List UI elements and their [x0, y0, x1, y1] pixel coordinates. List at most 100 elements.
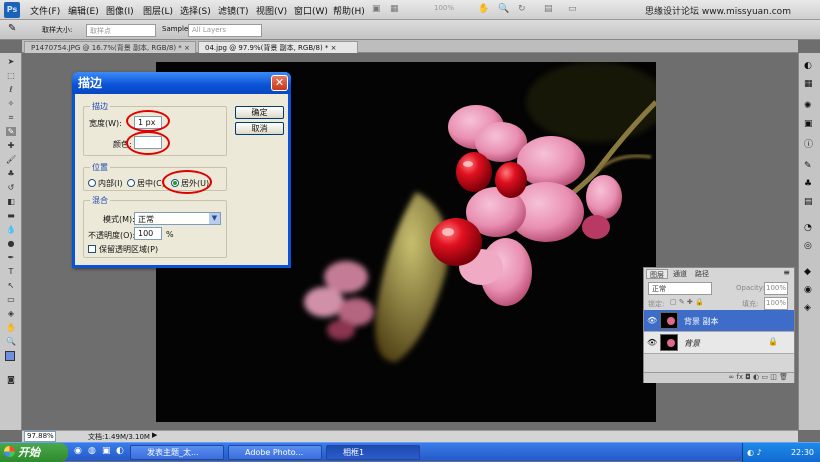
adjustments-panel-icon[interactable]: ✺ — [804, 101, 812, 111]
bridge-icon[interactable]: ▣ — [372, 4, 381, 14]
close-icon[interactable]: ✕ — [271, 75, 288, 91]
new-layer-icon[interactable]: ◫ — [770, 373, 777, 381]
opacity-input[interactable]: 100% — [764, 282, 788, 295]
tab-document-2[interactable]: 04.jpg @ 97.9%(背景 副本, RGB/8) * × — [198, 41, 358, 53]
trash-icon[interactable]: 🗑 — [779, 373, 788, 381]
fill-input[interactable]: 100% — [764, 297, 788, 310]
menu-file[interactable]: 文件(F) — [30, 4, 60, 17]
inside-label[interactable]: 内部(I) — [98, 178, 123, 189]
sample-select[interactable]: All Layers — [188, 24, 262, 37]
history-panel-icon[interactable]: ▤ — [804, 197, 813, 207]
layer-row-background-copy[interactable]: 👁 背景 副本 — [644, 310, 794, 332]
quick-mask-icon[interactable]: ◙ — [6, 375, 16, 384]
menu-select[interactable]: 选择(S) — [180, 4, 211, 17]
menu-window[interactable]: 窗口(W) — [294, 4, 328, 17]
layer-row-background[interactable]: 👁 背景 🔒 — [644, 332, 794, 354]
lasso-tool-icon[interactable]: ℓ — [6, 85, 16, 94]
dialog-title-bar[interactable]: 描边 ✕ — [72, 72, 291, 94]
clone-stamp-tool-icon[interactable]: ♣ — [6, 169, 16, 178]
blur-tool-icon[interactable]: 💧 — [6, 225, 16, 234]
zoom-icon[interactable]: 🔍 — [498, 4, 509, 14]
new-group-icon[interactable]: ▭ — [761, 373, 768, 381]
type-tool-icon[interactable]: T — [6, 267, 16, 276]
close-icon[interactable]: × — [184, 44, 190, 52]
menu-edit[interactable]: 编辑(E) — [68, 4, 99, 17]
menu-layer[interactable]: 图层(L) — [143, 4, 173, 17]
paths-panel-icon[interactable]: ◈ — [804, 303, 811, 313]
tab-layers[interactable]: 图层 — [646, 269, 668, 279]
3d-tool-icon[interactable]: ◈ — [6, 309, 16, 318]
foreground-color-swatch[interactable] — [5, 351, 15, 361]
lock-icons[interactable]: ▢ ✎ ✚ 🔒 — [670, 298, 704, 306]
opacity-input[interactable]: 100 — [134, 227, 162, 240]
sample-size-select[interactable]: 取样点 — [86, 24, 156, 37]
adjustment-layer-icon[interactable]: ◐ — [753, 373, 759, 381]
preserve-transparency-label[interactable]: 保留透明区域(P) — [99, 244, 158, 255]
channels-panel-icon[interactable]: ◉ — [804, 285, 812, 295]
clone-source-panel-icon[interactable]: ♣ — [804, 179, 812, 189]
eyedropper-icon[interactable]: ✎ — [8, 23, 16, 34]
panel-menu-icon[interactable]: ≡ — [783, 268, 790, 277]
preserve-transparency-checkbox[interactable] — [88, 245, 96, 253]
task-photoshop[interactable]: Adobe Photo... — [228, 445, 322, 460]
hand-icon[interactable]: ✋ — [478, 4, 489, 14]
magic-wand-tool-icon[interactable]: ✧ — [6, 99, 16, 108]
eye-icon[interactable]: 👁 — [647, 338, 657, 347]
eye-icon[interactable]: 👁 — [647, 316, 657, 325]
navigator-panel-icon[interactable]: ◎ — [804, 241, 812, 251]
ok-button[interactable]: 确定 — [235, 106, 284, 119]
blend-mode-select[interactable]: 正常 — [648, 282, 712, 295]
quicklaunch-icon-4[interactable]: ◐ — [116, 446, 124, 456]
menu-help[interactable]: 帮助(H) — [333, 4, 365, 17]
task-frame[interactable]: 相框1 — [326, 445, 420, 460]
tray-icons[interactable]: ◐ ♪ — [747, 443, 762, 462]
grid-icon[interactable]: ▦ — [390, 4, 399, 14]
quicklaunch-icon-2[interactable]: ◍ — [88, 446, 96, 456]
tab-channels[interactable]: 通道 — [670, 269, 690, 279]
pen-tool-icon[interactable]: ✒ — [6, 253, 16, 262]
center-radio[interactable] — [127, 179, 135, 187]
inside-radio[interactable] — [88, 179, 96, 187]
healing-brush-tool-icon[interactable]: ✚ — [6, 141, 16, 150]
brush-tool-icon[interactable]: 🖌 — [6, 155, 16, 164]
menu-filter[interactable]: 滤镜(T) — [218, 4, 249, 17]
menu-view[interactable]: 视图(V) — [256, 4, 287, 17]
quicklaunch-icon-1[interactable]: ◉ — [74, 446, 82, 456]
link-layers-icon[interactable]: ∞ — [728, 373, 734, 381]
cancel-button[interactable]: 取消 — [235, 122, 284, 135]
start-button[interactable]: 开始 — [0, 443, 68, 462]
styles-panel-icon[interactable]: ◔ — [804, 223, 812, 233]
path-selection-tool-icon[interactable]: ↖ — [6, 281, 16, 290]
layer-name[interactable]: 背景 副本 — [684, 316, 719, 327]
add-mask-icon[interactable]: ◘ — [745, 373, 751, 381]
shape-tool-icon[interactable]: ▭ — [6, 295, 16, 304]
eyedropper-tool-icon[interactable]: ✎ — [6, 127, 16, 136]
zoom-tool-icon[interactable]: 🔍 — [6, 337, 16, 346]
color-panel-icon[interactable]: ◐ — [804, 61, 812, 71]
marquee-tool-icon[interactable]: ⬚ — [6, 71, 16, 80]
tab-document-1[interactable]: P1470754.JPG @ 16.7%(背景 副本, RGB/8) * × — [24, 41, 196, 53]
move-tool-icon[interactable]: ➤ — [6, 57, 16, 66]
menu-image[interactable]: 图像(I) — [106, 4, 134, 17]
tab-paths[interactable]: 路径 — [692, 269, 712, 279]
dodge-tool-icon[interactable]: ● — [6, 239, 16, 248]
history-brush-tool-icon[interactable]: ↺ — [6, 183, 16, 192]
status-menu-icon[interactable]: ▶ — [152, 431, 157, 439]
layer-name[interactable]: 背景 — [684, 338, 700, 349]
chevron-down-icon[interactable]: ▼ — [209, 213, 220, 224]
rotate-icon[interactable]: ↻ — [518, 4, 526, 14]
screen-mode-icon[interactable]: ▭ — [568, 4, 577, 14]
crop-tool-icon[interactable]: ⌗ — [6, 113, 16, 122]
quicklaunch-icon-3[interactable]: ▣ — [102, 446, 111, 456]
zoom-level[interactable]: 100% — [434, 4, 454, 12]
task-browser[interactable]: 发表主题_太... — [130, 445, 224, 460]
arrange-icon[interactable]: ▤ — [544, 4, 553, 14]
eraser-tool-icon[interactable]: ◧ — [6, 197, 16, 206]
center-label[interactable]: 居中(C) — [137, 178, 165, 189]
swatches-panel-icon[interactable]: ▦ — [804, 79, 813, 89]
layers-panel-icon[interactable]: ◆ — [804, 267, 811, 277]
zoom-input[interactable]: 97.88% — [24, 431, 56, 442]
fx-icon[interactable]: fx — [736, 373, 743, 381]
gradient-tool-icon[interactable]: ▬ — [6, 211, 16, 220]
mode-select[interactable]: 正常 ▼ — [134, 212, 221, 225]
